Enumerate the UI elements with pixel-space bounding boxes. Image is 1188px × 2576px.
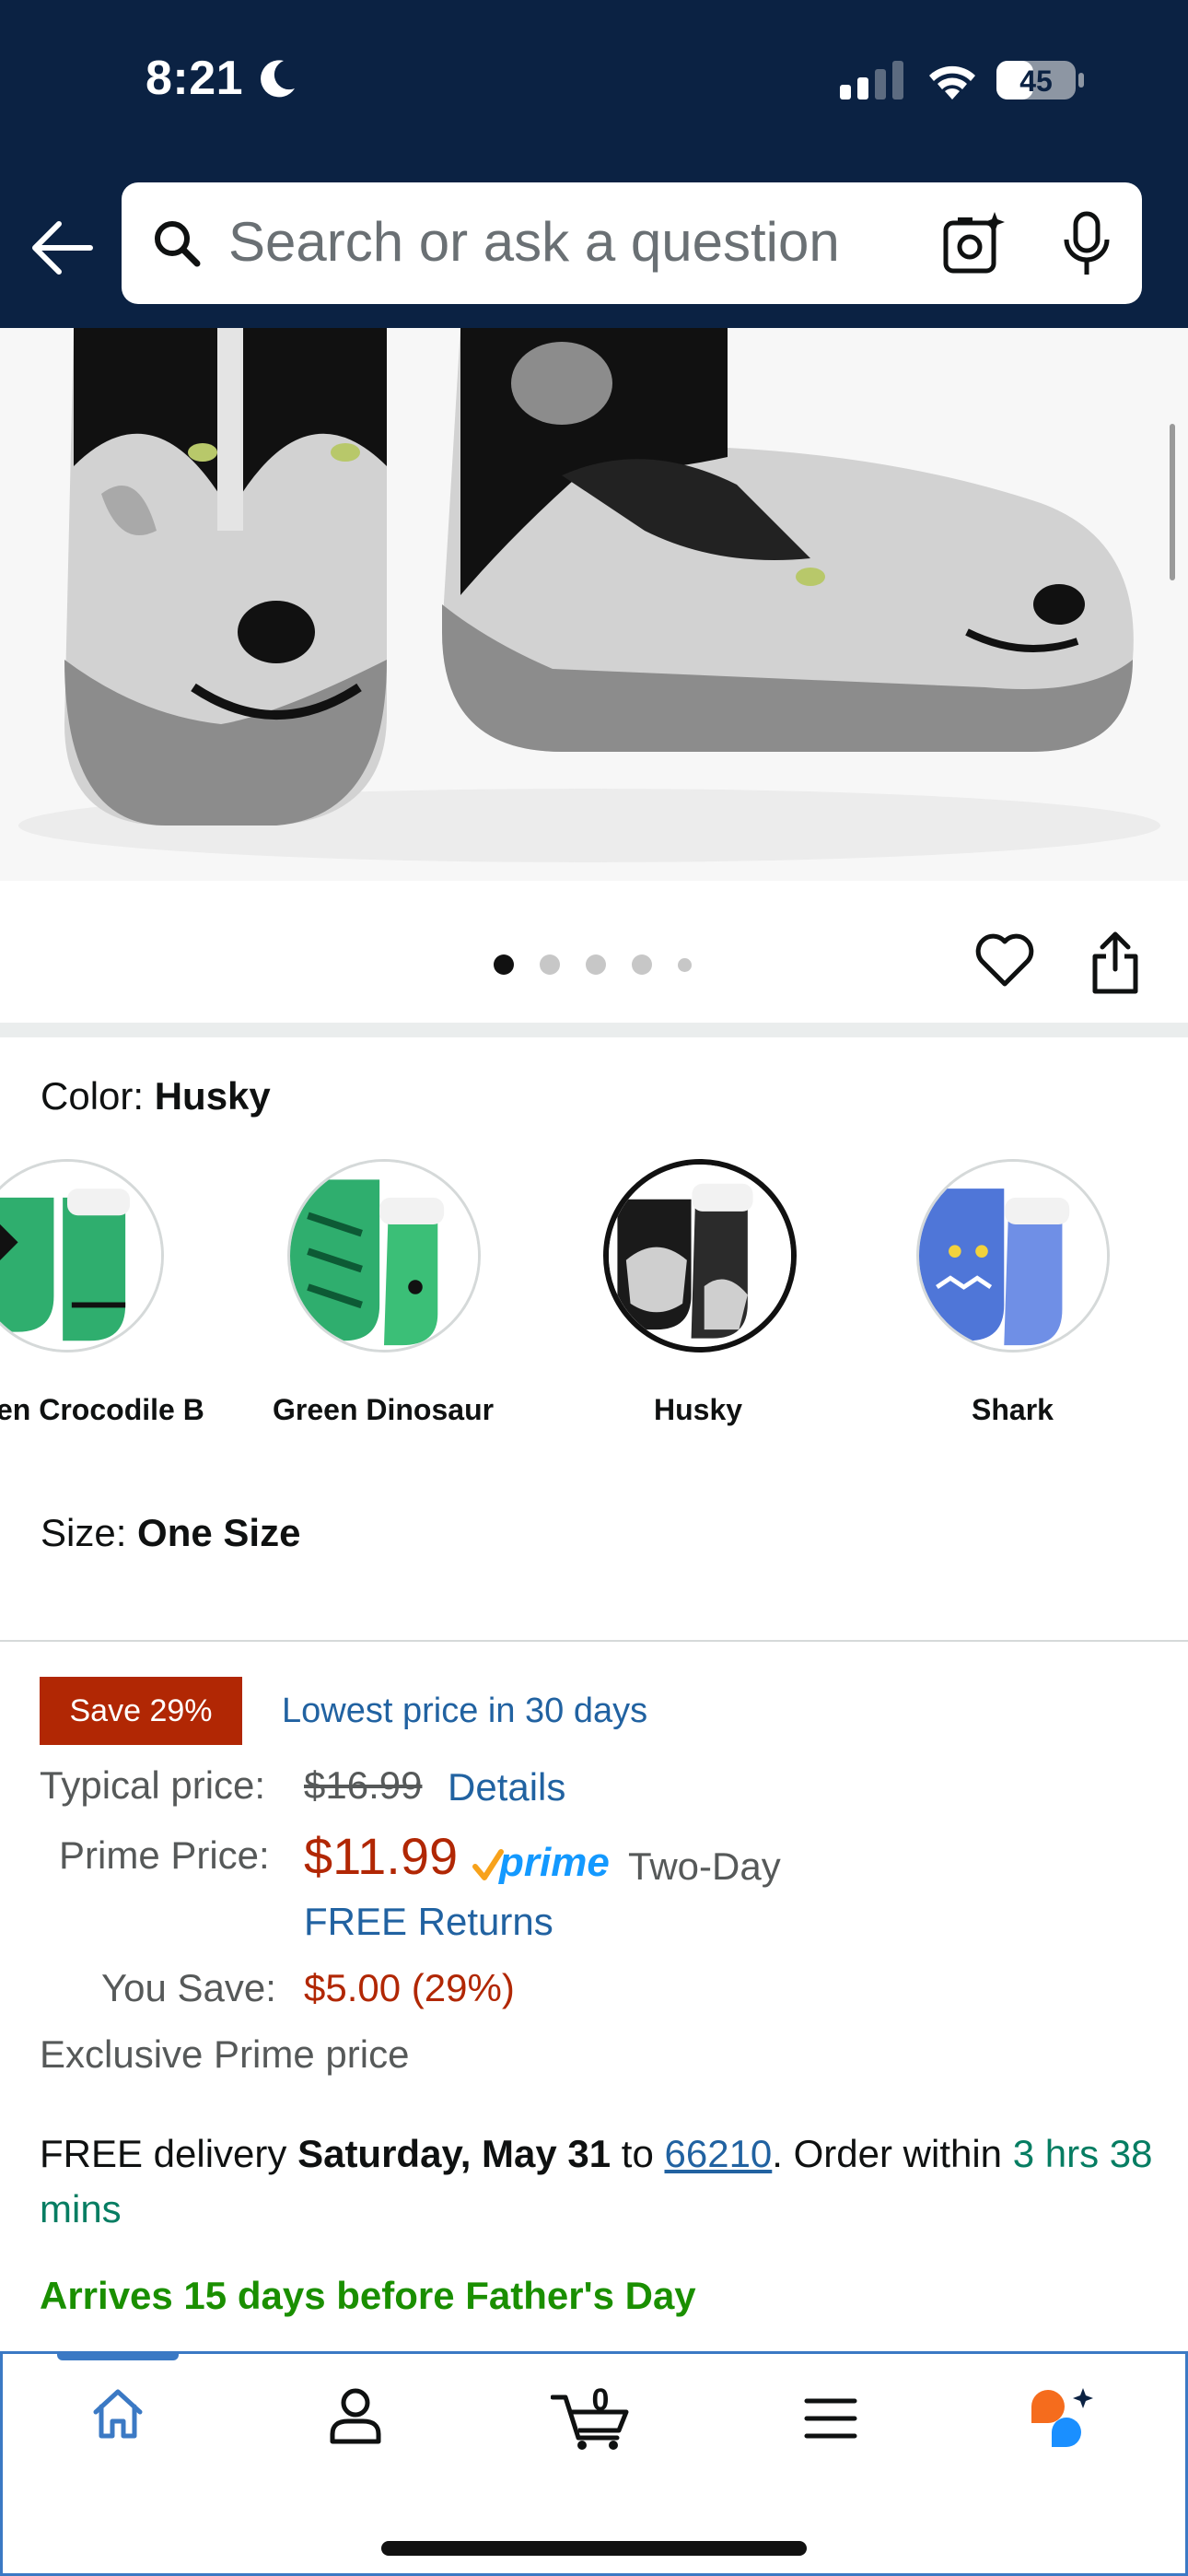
active-tab-indicator xyxy=(57,2351,179,2360)
search-input[interactable]: Search or ask a question xyxy=(228,210,840,274)
selected-color: Husky xyxy=(154,1074,271,1118)
microphone-icon[interactable] xyxy=(1061,210,1112,278)
color-option-label: Shark xyxy=(972,1393,1054,1426)
search-bar[interactable]: Search or ask a question xyxy=(122,182,1142,304)
prime-logo: prime xyxy=(472,1840,610,1885)
you-save-label: You Save: xyxy=(101,1966,276,2009)
menu-icon[interactable] xyxy=(803,2395,858,2441)
product-image[interactable] xyxy=(0,328,1188,881)
details-link[interactable]: Details xyxy=(448,1765,565,1809)
color-swatch-shark[interactable] xyxy=(916,1159,1110,1352)
typical-price-value: $16.99 xyxy=(304,1763,423,1807)
prime-price-value: $11.99 xyxy=(304,1827,459,1885)
size-value: One Size xyxy=(137,1511,301,1554)
account-icon[interactable] xyxy=(328,2386,383,2445)
color-option-label: Husky xyxy=(654,1393,743,1426)
delivery-date: Saturday, May 31 xyxy=(297,2132,611,2175)
delivery-prefix: FREE delivery xyxy=(40,2132,298,2175)
prime-brand-text: prime xyxy=(498,1840,610,1885)
wifi-icon xyxy=(929,65,975,100)
battery-level: 45 xyxy=(1019,64,1053,98)
image-pagination[interactable] xyxy=(494,954,692,975)
heart-icon[interactable] xyxy=(974,932,1035,989)
exclusive-prime-note: Exclusive Prime price xyxy=(40,2032,410,2076)
back-arrow-icon[interactable] xyxy=(26,217,98,278)
color-option-label: en Crocodile B xyxy=(0,1393,204,1426)
pagination-dot-5[interactable] xyxy=(678,957,692,972)
lowest-price-note[interactable]: Lowest price in 30 days xyxy=(282,1692,647,1731)
pagination-dot-2[interactable] xyxy=(540,954,560,975)
size-selector: Size: One Size xyxy=(41,1511,300,1555)
pagination-dot-3[interactable] xyxy=(586,954,606,975)
color-swatch-green-dinosaur[interactable] xyxy=(287,1159,481,1352)
color-swatch-husky[interactable] xyxy=(603,1159,797,1352)
camera-lens-icon[interactable] xyxy=(941,210,1007,276)
order-within-text: . Order within xyxy=(772,2132,1013,2175)
free-returns-link[interactable]: FREE Returns xyxy=(304,1900,553,1944)
delivery-zip-link[interactable]: 66210 xyxy=(665,2132,773,2175)
share-icon[interactable] xyxy=(1090,931,1140,995)
section-divider xyxy=(0,1023,1188,1037)
cart-count: 0 xyxy=(592,2386,610,2418)
scrollbar-thumb[interactable] xyxy=(1170,424,1175,580)
arrives-note: Arrives 15 days before Father's Day xyxy=(40,2274,696,2317)
save-percent-badge: Save 29% xyxy=(40,1677,242,1745)
color-option-label: Green Dinosaur xyxy=(273,1393,495,1426)
color-label: Color: xyxy=(41,1074,155,1118)
color-selector-title: Color: Husky xyxy=(41,1074,271,1118)
husky-socks-image xyxy=(0,328,1188,881)
you-save-value: $5.00 (29%) xyxy=(304,1966,515,2009)
home-icon[interactable] xyxy=(90,2386,146,2441)
delivery-to: to xyxy=(611,2132,665,2175)
prime-price-label: Prime Price: xyxy=(59,1833,270,1877)
home-indicator xyxy=(381,2541,807,2556)
size-label: Size: xyxy=(41,1511,138,1554)
two-day-shipping: Two-Day xyxy=(628,1844,781,1888)
status-time: 8:21 xyxy=(146,52,244,105)
cellular-signal-icon xyxy=(840,61,903,100)
typical-price-label: Typical price: xyxy=(40,1763,266,1807)
delivery-info: FREE delivery Saturday, May 31 to 66210.… xyxy=(40,2126,1154,2237)
moon-icon xyxy=(261,60,295,98)
battery-icon: 45 xyxy=(996,59,1085,101)
app-header: 8:21 45 Search or ask a question xyxy=(0,0,1188,328)
pagination-dot-4[interactable] xyxy=(632,954,652,975)
divider xyxy=(0,1640,1188,1642)
pagination-dot-1[interactable] xyxy=(494,954,514,975)
color-swatch-crocodile[interactable] xyxy=(0,1159,164,1352)
search-icon xyxy=(155,221,201,267)
cart-icon[interactable]: 0 xyxy=(550,2383,634,2451)
rufus-assistant-icon[interactable] xyxy=(1026,2384,1100,2453)
